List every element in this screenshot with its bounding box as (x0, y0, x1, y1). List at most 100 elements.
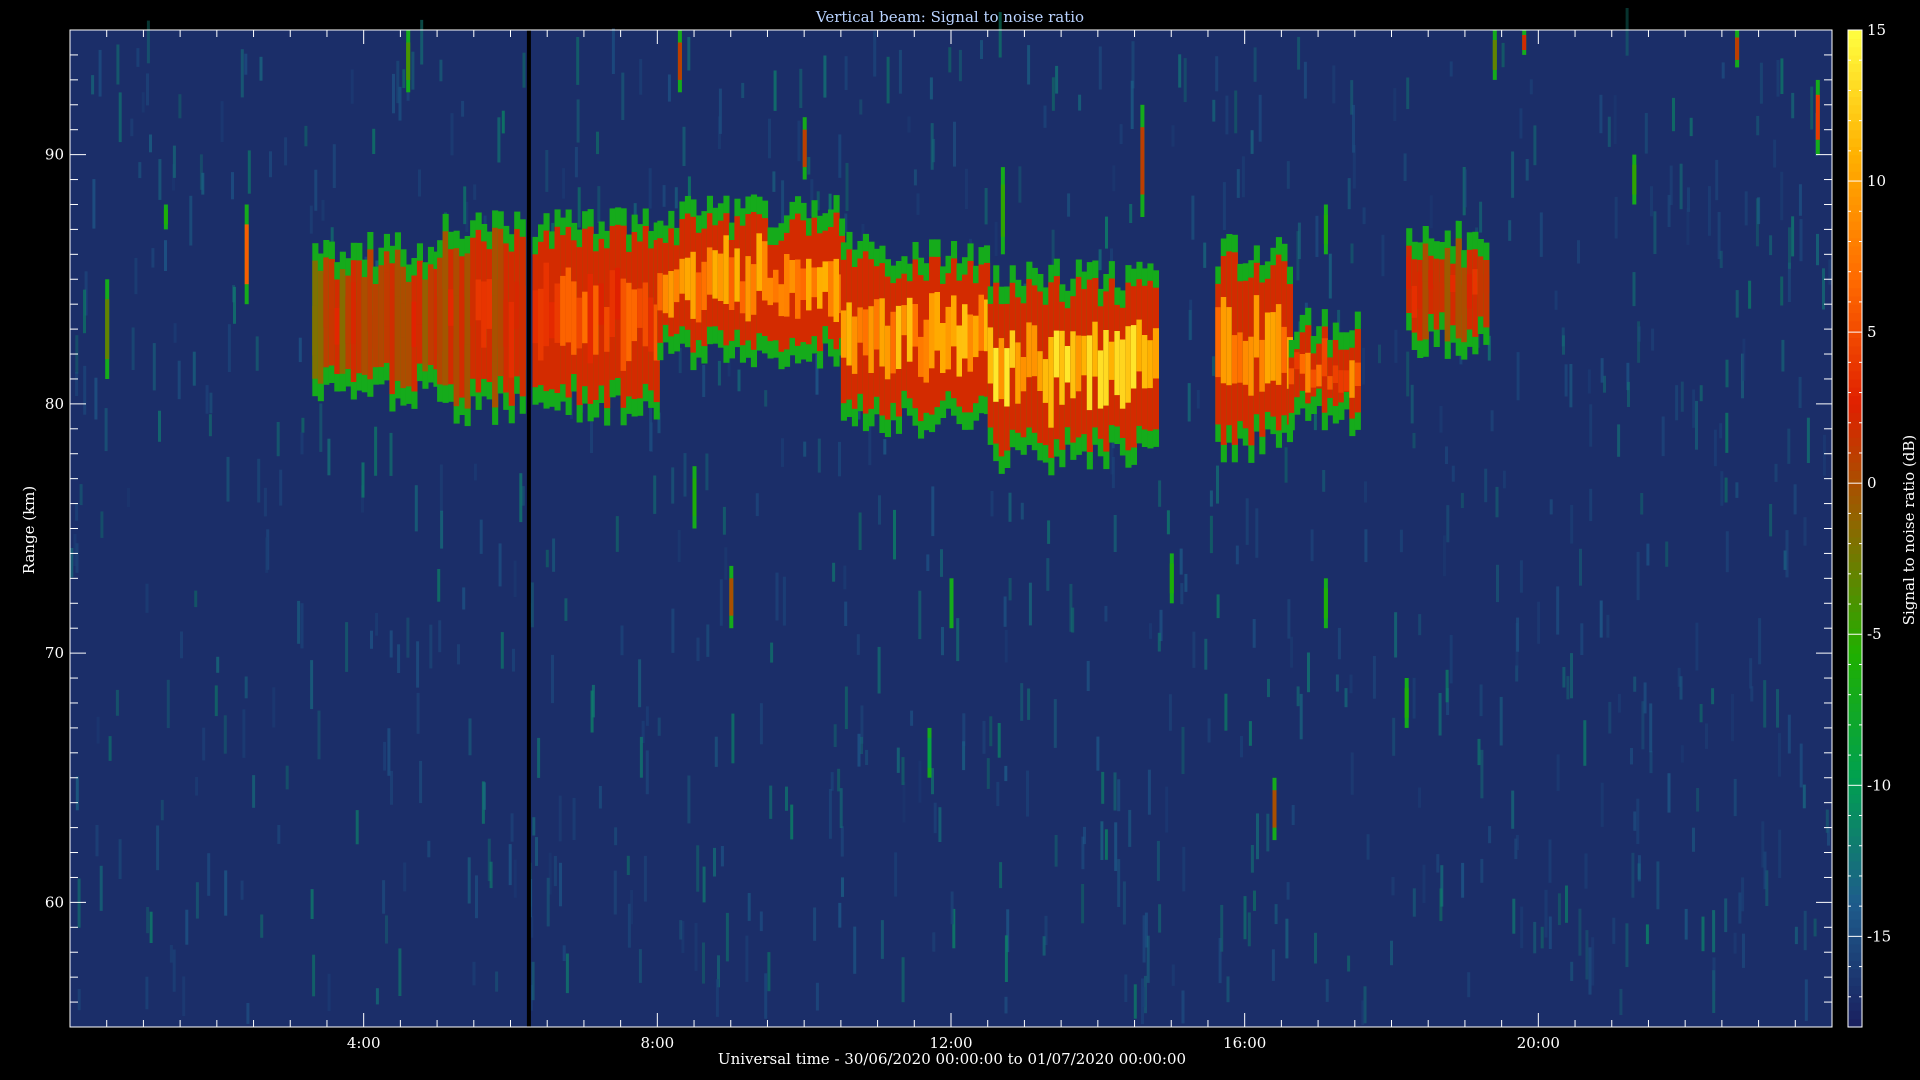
colorbar-segment (1848, 653, 1862, 663)
noise-speck (764, 973, 768, 1019)
colorbar-segment (1848, 420, 1862, 430)
noise-speck (767, 952, 771, 992)
noise-speck (1828, 259, 1832, 285)
layer-core (1264, 312, 1271, 384)
noise-speck (95, 825, 99, 857)
noise-speck (1692, 389, 1696, 428)
layer-core (728, 257, 735, 310)
noise-speck (1630, 748, 1633, 765)
layer-core (940, 323, 947, 373)
layer-core (923, 319, 930, 383)
layer-core (378, 292, 385, 347)
noise-speck (683, 453, 687, 497)
colorbar-segment (1848, 761, 1862, 771)
noise-speck (1291, 805, 1295, 825)
noise-speck (1617, 693, 1621, 713)
noise-speck (1508, 220, 1512, 241)
noise-speck (1347, 955, 1351, 972)
noise-speck (1184, 573, 1188, 592)
noise-speck (145, 583, 149, 613)
noise-speck (1069, 583, 1073, 632)
noise-speck (931, 486, 935, 537)
noise-speck (720, 846, 724, 867)
x-axis-label: Universal time - 30/06/2020 00:00:00 to … (718, 1050, 1186, 1068)
layer-core (1288, 368, 1295, 385)
spike-core (163, 209, 168, 225)
noise-speck (1584, 853, 1588, 889)
noise-speck (1142, 987, 1146, 1008)
noise-speck (918, 590, 922, 640)
layer-core (1086, 335, 1093, 411)
noise-speck (1759, 62, 1763, 104)
noise-speck (1776, 689, 1779, 728)
colorbar-segment (1848, 528, 1862, 538)
noise-speck (1791, 92, 1795, 119)
colorbar-segment (1848, 1010, 1862, 1020)
noise-speck (1589, 488, 1593, 522)
colorbar-segment (1848, 129, 1862, 139)
noise-speck (1516, 617, 1520, 652)
colorbar-segment (1848, 752, 1862, 762)
noise-speck (108, 736, 112, 761)
x-tick-label: 4:00 (347, 1034, 381, 1052)
noise-speck (1290, 636, 1294, 668)
noise-speck (1191, 195, 1195, 240)
noise-speck (677, 529, 681, 563)
noise-speck (1182, 846, 1186, 892)
noise-speck (1529, 79, 1533, 95)
noise-speck (1181, 990, 1185, 1024)
noise-speck (1564, 364, 1568, 397)
noise-speck (1235, 545, 1239, 565)
colorbar-segment (1848, 470, 1862, 480)
noise-speck (472, 961, 476, 986)
noise-speck (1570, 504, 1574, 544)
colorbar-segment (1848, 744, 1862, 754)
colorbar-tick-label: 0 (1867, 474, 1877, 492)
noise-speck (1519, 108, 1523, 139)
noise-speck (1207, 718, 1211, 743)
noise-speck (201, 172, 205, 195)
colorbar-segment (1848, 952, 1862, 962)
colorbar-segment (1848, 428, 1862, 438)
layer-core (1305, 352, 1312, 393)
layer-core (684, 257, 691, 301)
noise-speck (1212, 356, 1215, 376)
layer-core (1321, 338, 1328, 377)
noise-speck (260, 914, 264, 938)
layer-core (1275, 304, 1282, 385)
layer-core (668, 271, 675, 318)
colorbar-segment (1848, 736, 1862, 746)
colorbar-segment (1848, 204, 1862, 214)
noise-speck (420, 19, 424, 65)
noise-speck (614, 827, 618, 846)
noise-speck (375, 613, 379, 636)
colorbar-segment (1848, 827, 1862, 837)
noise-speck (1226, 976, 1230, 1003)
noise-speck (1556, 586, 1560, 635)
noise-speck (551, 654, 554, 704)
noise-speck (172, 145, 176, 178)
colorbar-tick-label: 15 (1867, 21, 1886, 39)
noise-speck (1725, 531, 1729, 573)
noise-speck (1742, 933, 1745, 968)
noise-speck (648, 168, 652, 209)
noise-speck (385, 915, 388, 944)
noise-speck (396, 60, 400, 104)
noise-speck (317, 710, 321, 760)
layer-core (1332, 365, 1339, 383)
noise-speck (1773, 139, 1777, 168)
noise-speck (1445, 446, 1448, 464)
noise-speck (1827, 828, 1830, 846)
colorbar-segment (1848, 719, 1862, 729)
noise-speck (1661, 416, 1665, 457)
colorbar-segment (1848, 918, 1862, 928)
noise-speck (1178, 54, 1182, 88)
noise-speck (1325, 979, 1329, 1002)
noise-speck (216, 656, 220, 673)
layer-core (1097, 350, 1104, 409)
noise-speck (1307, 652, 1310, 693)
noise-speck (1250, 130, 1254, 154)
noise-speck (482, 782, 486, 810)
layer-core (576, 297, 583, 349)
layer-core (784, 254, 791, 317)
